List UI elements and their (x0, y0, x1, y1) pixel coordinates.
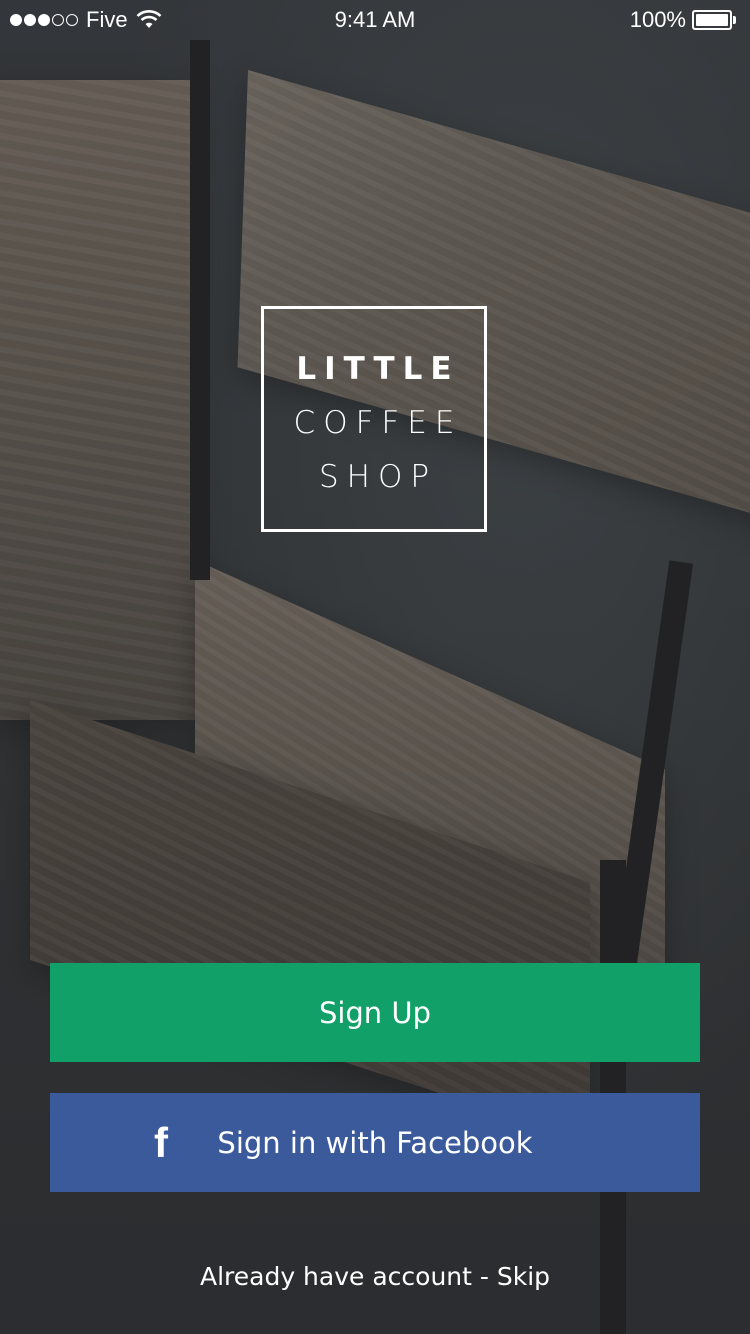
brand-logo: LITTLE COFFEE SHOP (261, 306, 487, 532)
sign-up-label: Sign Up (318, 995, 432, 1030)
facebook-icon: f (154, 1118, 168, 1166)
logo-line-coffee: COFFEE (293, 405, 463, 441)
battery-percentage: 100% (629, 7, 686, 32)
status-bar: Five 9:41 AM 100% (0, 0, 750, 40)
welcome-screen: Five 9:41 AM 100% LITTLE COFFEE SHOP Sig… (0, 0, 750, 1334)
already-have-account-link[interactable]: Already have account - (200, 1262, 497, 1291)
status-right: 100% (630, 7, 736, 33)
login-footer: Already have account - Skip (0, 1262, 750, 1291)
sign-up-button[interactable]: Sign Up (50, 963, 700, 1062)
skip-link[interactable]: Skip (497, 1262, 550, 1291)
facebook-sign-in-label: Sign in with Facebook (217, 1125, 533, 1160)
logo-line-shop: SHOP (318, 459, 438, 495)
logo-line-little: LITTLE (296, 351, 460, 387)
battery-icon (692, 10, 736, 30)
facebook-sign-in-button[interactable]: f Sign in with Facebook (50, 1093, 700, 1192)
